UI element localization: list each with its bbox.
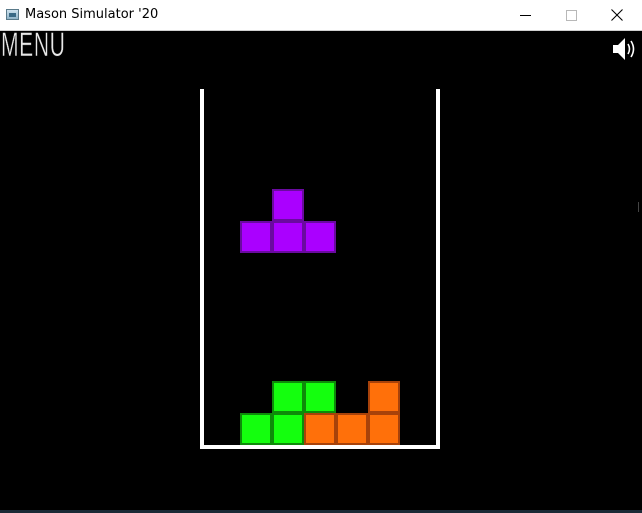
menu-button[interactable]: MENU xyxy=(1,28,66,62)
resize-edge[interactable] xyxy=(638,202,642,212)
stacked-block xyxy=(272,381,304,413)
active-piece-block xyxy=(304,221,336,253)
app-window-icon[interactable] xyxy=(6,9,19,20)
stacked-block xyxy=(368,413,400,445)
active-piece-block xyxy=(272,221,304,253)
well-floor xyxy=(200,445,440,449)
maximize-button[interactable] xyxy=(548,0,594,31)
game-canvas[interactable]: MENU xyxy=(0,28,642,513)
active-piece-block xyxy=(240,221,272,253)
stacked-block xyxy=(240,413,272,445)
stacked-block xyxy=(272,413,304,445)
well-left-wall xyxy=(200,89,204,449)
minimize-button[interactable] xyxy=(502,0,548,31)
close-icon xyxy=(611,9,623,21)
window-title: Mason Simulator '20 xyxy=(25,7,159,22)
stacked-block xyxy=(304,381,336,413)
stacked-block xyxy=(304,413,336,445)
title-bar[interactable]: Mason Simulator '20 xyxy=(0,0,642,31)
stacked-block xyxy=(336,413,368,445)
speaker-icon[interactable] xyxy=(612,35,638,63)
active-piece-block xyxy=(272,189,304,221)
stacked-block xyxy=(368,381,400,413)
well-right-wall xyxy=(436,89,440,449)
close-button[interactable] xyxy=(594,0,640,31)
